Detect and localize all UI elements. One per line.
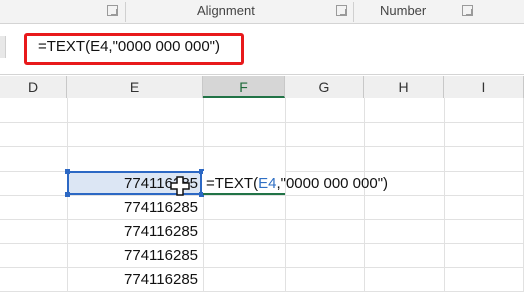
formula-suffix: ,"0000 000 000")	[276, 175, 389, 192]
cell-f4-formula[interactable]: =TEXT(E4,"0000 000 000")	[206, 175, 388, 192]
column-header-f[interactable]: F	[203, 76, 285, 98]
column-header-d[interactable]: D	[0, 76, 67, 98]
grid-line	[0, 219, 524, 220]
grid-line	[0, 146, 524, 147]
cell-e5[interactable]: 774116285	[70, 199, 198, 216]
dialog-launcher-icon[interactable]	[107, 5, 118, 16]
column-header-h[interactable]: H	[364, 76, 444, 98]
grid-line	[0, 195, 524, 196]
ribbon-group-number: Number	[380, 3, 427, 18]
formula-prefix: =TEXT(	[206, 175, 259, 192]
column-header-g[interactable]: G	[285, 76, 364, 98]
cell-e6[interactable]: 774116285	[70, 223, 198, 240]
ribbon-strip	[0, 0, 524, 24]
column-header-i[interactable]: I	[444, 76, 524, 98]
grid-line	[0, 267, 524, 268]
ribbon-divider	[353, 2, 354, 22]
alignment-launcher-icon[interactable]	[336, 5, 347, 16]
selection-handle[interactable]	[65, 192, 70, 197]
cell-e8[interactable]: 774116285	[70, 271, 198, 288]
column-header-e[interactable]: E	[67, 76, 203, 98]
formula-input[interactable]: =TEXT(E4,"0000 000 000")	[38, 38, 220, 55]
grid-line	[0, 122, 524, 123]
ribbon-divider	[125, 2, 126, 22]
number-launcher-icon[interactable]	[462, 5, 473, 16]
formula-cell-reference: E4	[258, 175, 277, 192]
selection-handle[interactable]	[65, 169, 70, 174]
ribbon-group-alignment: Alignment	[197, 3, 255, 18]
cell-select-cursor-icon	[170, 176, 190, 196]
cell-e7[interactable]: 774116285	[70, 247, 198, 264]
formula-bar-edge	[0, 36, 6, 58]
grid-line	[0, 243, 524, 244]
